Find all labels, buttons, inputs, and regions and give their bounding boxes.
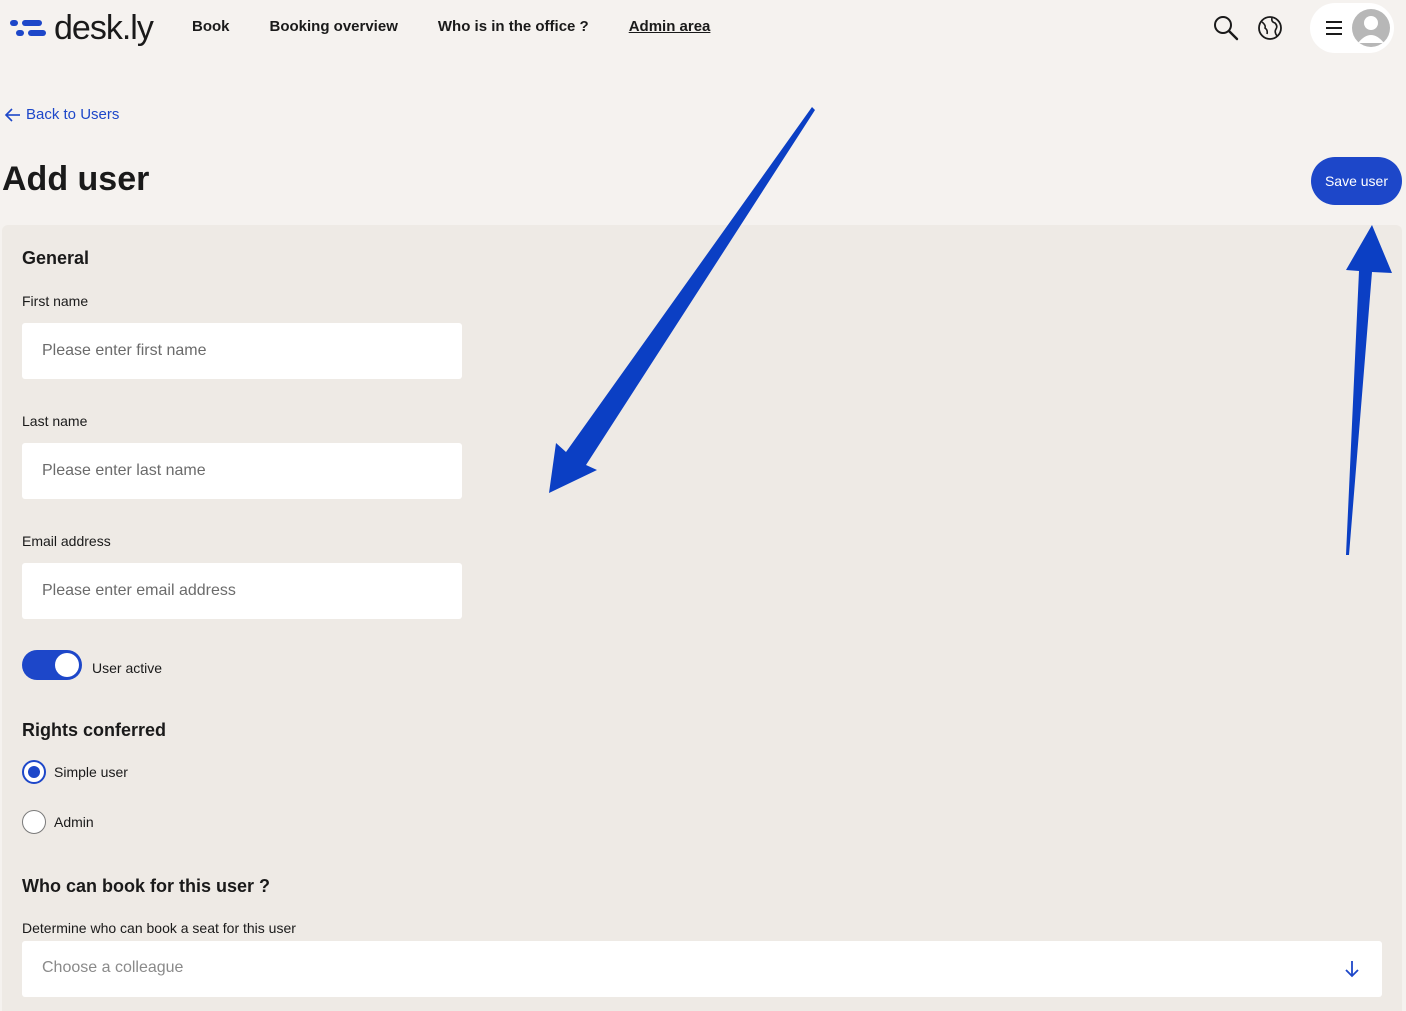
email-input[interactable] xyxy=(22,563,462,619)
logo-text: desk.ly xyxy=(54,8,154,47)
simple-user-label: Simple user xyxy=(54,764,128,780)
arrow-down-icon xyxy=(1345,961,1359,978)
nav-booking-overview[interactable]: Booking overview xyxy=(270,18,398,35)
back-to-users-link[interactable]: Back to Users xyxy=(4,106,119,123)
nav-admin-area[interactable]: Admin area xyxy=(629,18,711,35)
nav-book[interactable]: Book xyxy=(192,18,230,35)
last-name-label: Last name xyxy=(22,413,88,429)
main-nav: Book Booking overview Who is in the offi… xyxy=(192,18,750,35)
hamburger-icon xyxy=(1326,21,1342,35)
general-heading: General xyxy=(22,248,90,268)
back-link-label: Back to Users xyxy=(26,106,120,123)
search-icon[interactable] xyxy=(1212,14,1240,42)
save-user-button[interactable]: Save user xyxy=(1311,157,1402,205)
first-name-label: First name xyxy=(22,293,89,309)
page-title: Add user xyxy=(2,160,150,198)
rights-heading: Rights conferred xyxy=(22,720,167,740)
user-active-label: User active xyxy=(92,660,163,676)
first-name-input[interactable] xyxy=(22,323,462,379)
avatar-icon xyxy=(1352,9,1390,47)
radio-admin[interactable] xyxy=(22,810,46,834)
who-can-book-heading: Who can book for this user ? xyxy=(22,876,271,896)
email-label: Email address xyxy=(22,533,111,549)
last-name-input[interactable] xyxy=(22,443,462,499)
user-form-card: General First name Last name Email addre… xyxy=(2,225,1402,1011)
top-navigation-bar: desk.ly Book Booking overview Who is in … xyxy=(0,0,1406,56)
arrow-left-icon xyxy=(4,107,20,122)
user-menu-button[interactable] xyxy=(1310,3,1394,53)
radio-dot xyxy=(28,766,40,778)
logo[interactable]: desk.ly xyxy=(10,6,154,50)
nav-who-is-in-office[interactable]: Who is in the office ? xyxy=(438,18,589,35)
logo-mark-icon xyxy=(10,18,48,38)
colleague-select[interactable]: Choose a colleague xyxy=(22,941,1382,997)
admin-label: Admin xyxy=(54,814,94,830)
radio-simple-user[interactable] xyxy=(22,760,46,784)
who-can-book-description: Determine who can book a seat for this u… xyxy=(22,920,296,936)
user-active-toggle[interactable] xyxy=(22,650,82,680)
globe-icon[interactable] xyxy=(1256,14,1284,42)
toggle-knob xyxy=(55,653,79,677)
colleague-select-placeholder: Choose a colleague xyxy=(42,959,184,976)
